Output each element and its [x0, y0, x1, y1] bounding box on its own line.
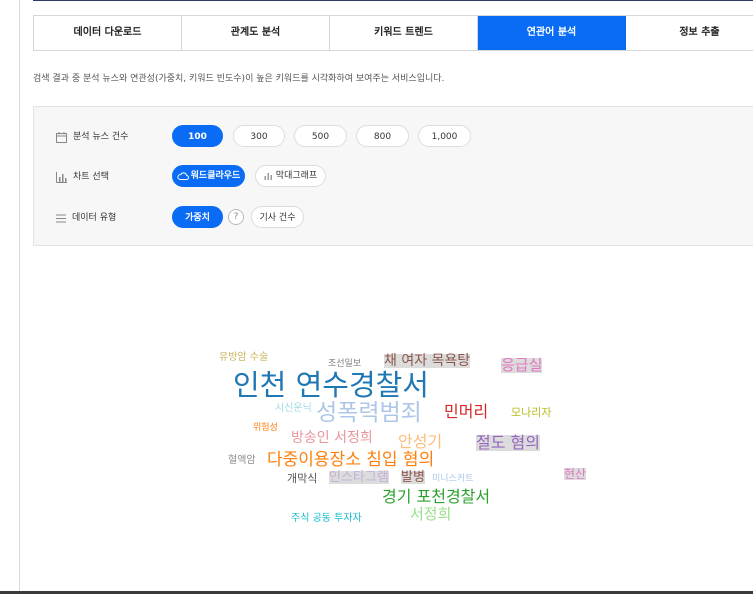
word-cloud-term[interactable]: 모나리자: [511, 407, 551, 418]
small-bar-icon: [264, 173, 272, 180]
word-cloud-term[interactable]: 성폭력범죄: [316, 402, 422, 425]
frame-left-line: [19, 0, 20, 594]
word-cloud-term[interactable]: 인스타그램: [329, 471, 389, 484]
chart-type-label: 차트 선택: [73, 172, 109, 182]
weight-button[interactable]: 가중치: [172, 206, 223, 228]
tab-data-download[interactable]: 데이터 다운로드: [34, 16, 182, 50]
data-type-label: 데이터 유형: [72, 213, 117, 223]
service-description: 검색 결과 중 분석 뉴스와 연관성(가중치, 키워드 빈도수)이 높은 키워드…: [33, 74, 445, 84]
word-cloud-term[interactable]: 발병: [401, 471, 425, 484]
word-cloud-term[interactable]: 주식 공동 투자자: [291, 514, 362, 524]
word-cloud-term[interactable]: 민머리: [444, 404, 488, 420]
news-count-row: 분석 뉴스 건수 100 300 500 800 1,000: [34, 125, 753, 149]
tab-related-word-analysis[interactable]: 연관어 분석: [478, 16, 626, 50]
frame-top-line: [33, 0, 753, 1]
tab-keyword-trend[interactable]: 키워드 트렌드: [330, 16, 478, 50]
data-type-label-wrap: 데이터 유형: [56, 206, 116, 230]
chart-type-label-wrap: 차트 선택: [56, 165, 109, 189]
news-count-label: 분석 뉴스 건수: [73, 132, 129, 142]
chart-type-row: 차트 선택 워드클라우드 막대그래프: [34, 165, 753, 189]
tab-relation-analysis[interactable]: 관계도 분석: [182, 16, 330, 50]
bar-chart-icon: [56, 171, 67, 183]
word-cloud-term[interactable]: 미니스커트: [432, 475, 473, 484]
word-cloud: 유방암 수술 조선일보 채 여자 목욕탕 응급실 인천 연수경찰서 시신운닉 성…: [0, 0, 753, 594]
wordcloud-button[interactable]: 워드클라우드: [172, 165, 245, 187]
article-count-button[interactable]: 기사 건수: [251, 206, 304, 228]
word-cloud-term[interactable]: 서정희: [410, 507, 451, 522]
bar-graph-button-label: 막대그래프: [275, 171, 318, 181]
news-count-300-button[interactable]: 300: [233, 125, 285, 147]
filter-panel: 분석 뉴스 건수 100 300 500 800 1,000 차트 선택 워드클…: [33, 106, 753, 246]
list-icon: [56, 214, 66, 222]
wordcloud-button-label: 워드클라우드: [190, 171, 241, 181]
word-cloud-term[interactable]: 다중이용장소 침입 혐의: [267, 452, 434, 469]
help-icon[interactable]: ?: [228, 209, 244, 225]
word-cloud-term[interactable]: 인천 연수경찰서: [233, 371, 429, 400]
calendar-icon: [56, 131, 67, 143]
news-count-500-button[interactable]: 500: [294, 125, 347, 147]
word-cloud-term[interactable]: 위험성: [253, 424, 278, 433]
word-cloud-term[interactable]: 유방암 수술: [219, 353, 268, 363]
news-count-100-button[interactable]: 100: [172, 125, 223, 147]
tab-info-extract[interactable]: 정보 추출: [626, 16, 753, 50]
word-cloud-term[interactable]: 경기 포천경찰서: [382, 489, 490, 505]
word-cloud-term[interactable]: 혈액암: [228, 456, 256, 466]
word-cloud-term[interactable]: 안성기: [398, 434, 442, 450]
word-cloud-term[interactable]: 방송인 서정희: [291, 431, 373, 445]
bar-graph-button[interactable]: 막대그래프: [255, 165, 326, 187]
news-count-label-wrap: 분석 뉴스 건수: [56, 125, 128, 149]
word-cloud-term[interactable]: 시신운닉: [275, 404, 312, 414]
data-type-row: 데이터 유형 가중치 ? 기사 건수: [34, 206, 753, 230]
analysis-tabs: 데이터 다운로드 관계도 분석 키워드 트렌드 연관어 분석 정보 추출: [33, 15, 753, 51]
word-cloud-term[interactable]: 응급실: [501, 358, 543, 373]
word-cloud-term[interactable]: 절도 혐의: [476, 435, 540, 451]
word-cloud-term[interactable]: 현산: [564, 468, 587, 480]
cloud-icon: [177, 172, 189, 180]
word-cloud-term[interactable]: 채 여자 목욕탕: [384, 354, 471, 368]
news-count-800-button[interactable]: 800: [356, 125, 409, 147]
news-count-1000-button[interactable]: 1,000: [418, 125, 471, 147]
word-cloud-term[interactable]: 개막식: [287, 473, 317, 484]
